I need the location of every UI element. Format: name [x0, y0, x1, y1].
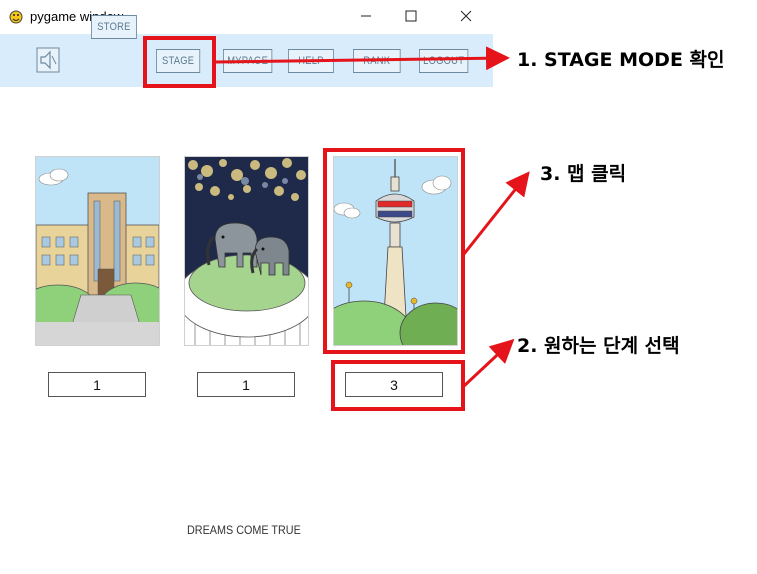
annotation-select-level: 2. 원하는 단계 선택: [517, 335, 680, 357]
arrow-to-annotation-1: [215, 46, 510, 71]
arrow-to-annotation-3: [462, 171, 530, 255]
arrow-to-annotation-2: [462, 338, 515, 388]
annotation-click-map: 3. 맵 클릭: [540, 163, 627, 185]
annotation-check-stage-mode: 1. STAGE MODE 확인: [517, 49, 725, 71]
annotation-arrows: [215, 46, 530, 388]
